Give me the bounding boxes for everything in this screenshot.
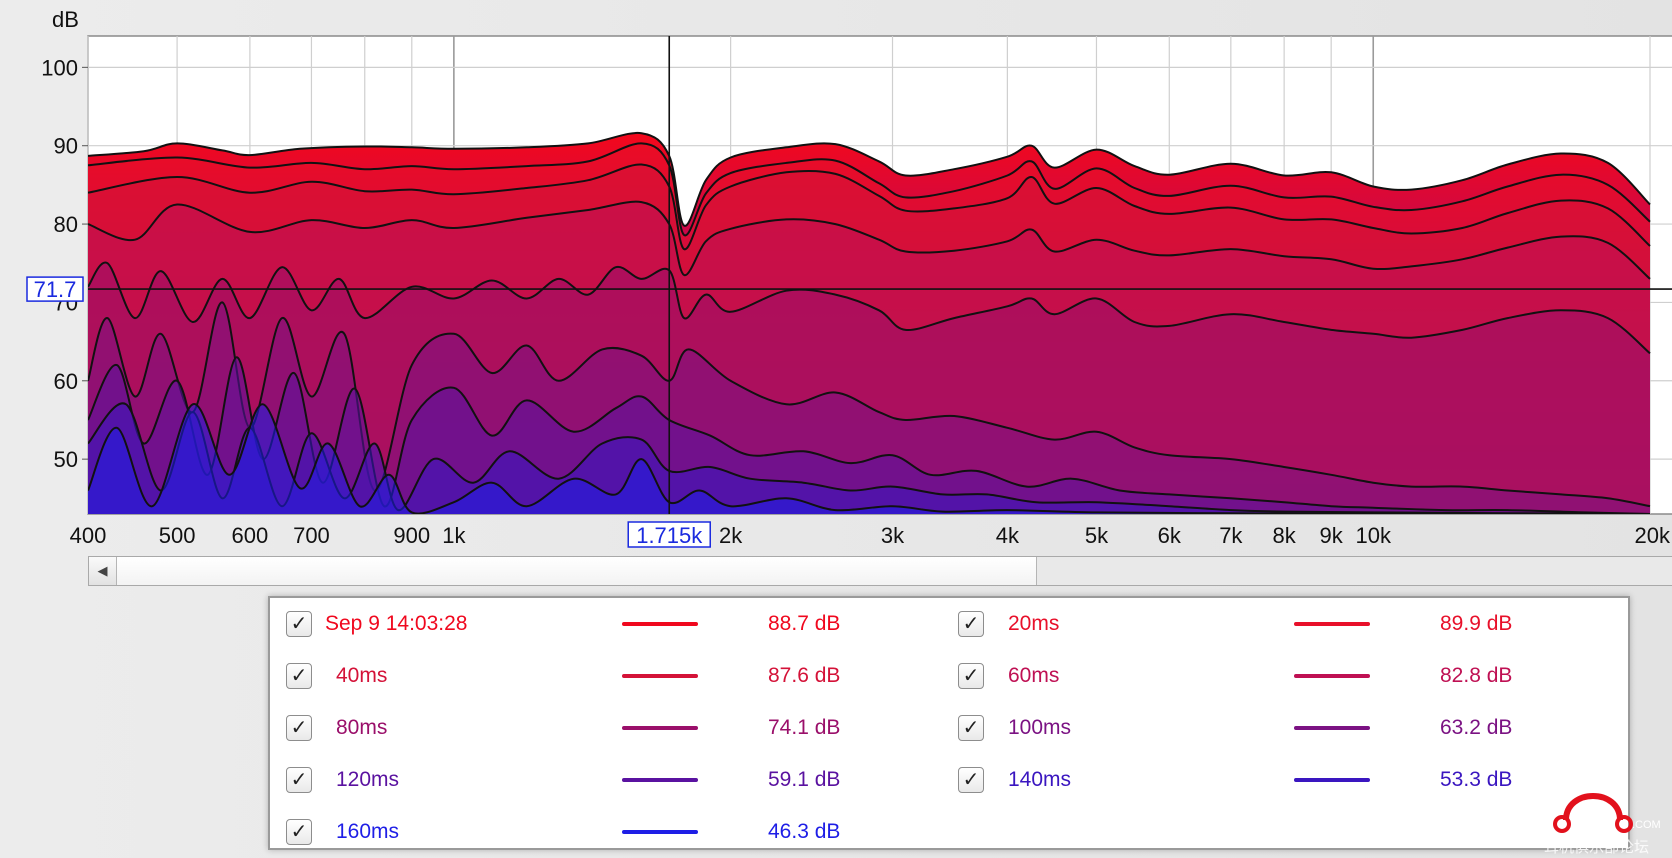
legend-item: ✓ 140ms 53.3 dB: [942, 760, 1602, 800]
legend-checkbox[interactable]: ✓: [286, 663, 312, 689]
logo-suffix: .COM: [1632, 819, 1661, 831]
legend-item: ✓ 100ms 63.2 dB: [942, 708, 1602, 748]
x-tick-label: 6k: [1158, 523, 1182, 548]
x-tick-label: 20k: [1635, 523, 1671, 548]
scroll-left-arrow-icon[interactable]: ◀: [89, 557, 117, 585]
legend-value: 88.7 dB: [768, 612, 841, 635]
legend-color-swatch: [1294, 778, 1370, 782]
x-tick-label: 2k: [719, 523, 743, 548]
legend-value: 82.8 dB: [1440, 664, 1513, 687]
legend-value: 46.3 dB: [768, 820, 841, 843]
legend-color-swatch: [1294, 674, 1370, 678]
x-tick-label: 400: [70, 523, 107, 548]
legend-series-name: 120ms: [336, 768, 400, 791]
legend-series-name: 140ms: [1008, 768, 1072, 791]
x-tick-label: 5k: [1085, 523, 1109, 548]
legend-series-name: 160ms: [336, 820, 400, 843]
y-tick-label: 100: [41, 55, 78, 80]
legend-color-swatch: [622, 778, 698, 782]
legend-checkbox[interactable]: ✓: [286, 819, 312, 845]
legend-item: ✓ 120ms 59.1 dB: [270, 760, 930, 800]
legend-color-swatch: [622, 622, 698, 626]
legend-color-swatch: [1294, 726, 1370, 730]
legend-checkbox[interactable]: ✓: [958, 715, 984, 741]
legend-item: ✓ Sep 9 14:03:28 88.7 dB: [270, 604, 930, 644]
legend-item: ✓ 60ms 82.8 dB: [942, 656, 1602, 696]
legend-series-name: 60ms: [1008, 664, 1060, 687]
horizontal-scrollbar[interactable]: ◀: [88, 556, 1672, 586]
cursor-x-label: 1.715k: [636, 523, 703, 548]
x-tick-label: 1k: [442, 523, 466, 548]
legend-value: 87.6 dB: [768, 664, 841, 687]
x-tick-label: 700: [293, 523, 330, 548]
x-tick-label: 7k: [1219, 523, 1243, 548]
frequency-response-plot[interactable]: 7010090806050400 500 600 700 900 1k 2k 3k 4k 5k 6k…: [0, 0, 1672, 556]
x-tick-label: 9k: [1320, 523, 1344, 548]
legend-value: 53.3 dB: [1440, 768, 1513, 791]
scrollbar-thumb[interactable]: [117, 557, 1037, 585]
legend-series-name: 40ms: [336, 664, 388, 687]
legend-value: 63.2 dB: [1440, 716, 1513, 739]
cursor-y-label: 71.7: [34, 277, 77, 302]
x-tick-label: 3k: [881, 523, 905, 548]
legend-checkbox[interactable]: ✓: [958, 611, 984, 637]
legend-checkbox[interactable]: ✓: [286, 767, 312, 793]
legend-checkbox[interactable]: ✓: [958, 663, 984, 689]
x-tick-label: 600: [232, 523, 269, 548]
x-tick-label: 4k: [996, 523, 1020, 548]
legend-item: ✓ 80ms 74.1 dB: [270, 708, 930, 748]
x-tick-label: 900: [393, 523, 430, 548]
series-areas: [88, 131, 1651, 514]
legend-checkbox[interactable]: ✓: [286, 611, 312, 637]
y-tick-label: 60: [54, 369, 78, 394]
x-tick-label: 500: [159, 523, 196, 548]
legend-series-name: 80ms: [336, 716, 388, 739]
legend-value: 59.1 dB: [768, 768, 841, 791]
legend-checkbox[interactable]: ✓: [958, 767, 984, 793]
legend-color-swatch: [622, 830, 698, 834]
x-tick-label: 10k: [1355, 523, 1391, 548]
forum-logo-icon: .COM 耳机俱乐部论坛: [1544, 793, 1661, 856]
legend-color-swatch: [1294, 622, 1370, 626]
legend-value: 89.9 dB: [1440, 612, 1513, 635]
legend-item: ✓ 40ms 87.6 dB: [270, 656, 930, 696]
y-tick-label: 50: [54, 447, 78, 472]
legend-panel: ✓ Sep 9 14:03:28 88.7 dB ✓ 20ms 89.9 dB ✓ 40ms 8…: [268, 596, 1630, 850]
legend-color-swatch: [622, 726, 698, 730]
y-tick-label: 90: [54, 134, 78, 159]
legend-checkbox[interactable]: ✓: [286, 715, 312, 741]
legend-color-swatch: [622, 674, 698, 678]
y-tick-label: 80: [54, 212, 78, 237]
legend-series-name: 100ms: [1008, 716, 1072, 739]
legend-item: ✓ 160ms 46.3 dB: [270, 812, 930, 852]
legend-value: 74.1 dB: [768, 716, 841, 739]
legend-series-name: 20ms: [1008, 612, 1060, 635]
legend-item: ✓ 20ms 89.9 dB: [942, 604, 1602, 644]
x-tick-label: 8k: [1273, 523, 1297, 548]
y-axis-unit-label: dB: [52, 7, 79, 32]
logo-text: 耳机俱乐部论坛: [1544, 838, 1649, 856]
legend-series-name: Sep 9 14:03:28: [325, 612, 468, 635]
